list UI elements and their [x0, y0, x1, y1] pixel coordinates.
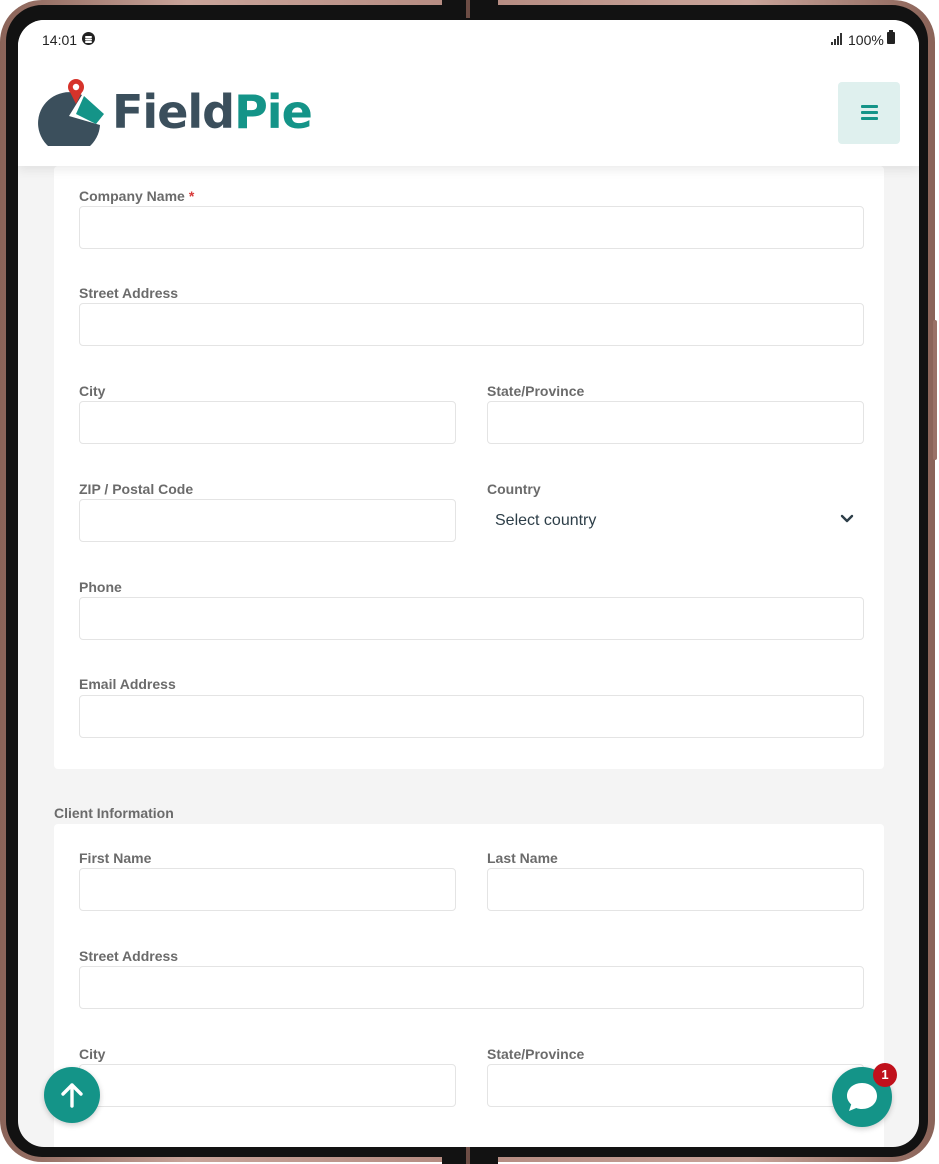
status-bar: 14:01 100%	[18, 20, 919, 60]
client-information-title: Client Information	[54, 805, 174, 821]
city-field[interactable]	[79, 401, 456, 444]
company-card	[54, 166, 884, 769]
site-header: FieldPie	[18, 60, 919, 166]
city-label: City	[79, 383, 106, 399]
street-address-label: Street Address	[79, 285, 179, 301]
chevron-down-icon	[840, 514, 854, 523]
zip-label: ZIP / Postal Code	[79, 481, 194, 497]
company-name-field[interactable]	[79, 206, 864, 249]
email-label: Email Address	[79, 676, 176, 692]
country-label: Country	[487, 481, 541, 497]
phone-field[interactable]	[79, 597, 864, 640]
battery-icon	[887, 30, 895, 44]
logo-icon[interactable]	[38, 78, 104, 146]
state-field[interactable]	[487, 401, 864, 444]
country-select-value: Select country	[495, 512, 597, 529]
state-label: State/Province	[487, 383, 585, 399]
status-time: 14:01	[42, 32, 78, 48]
device-hinge-top	[442, 0, 498, 20]
client-street-address-field[interactable]	[79, 966, 864, 1009]
client-state-label: State/Province	[487, 1046, 585, 1062]
form-content: Company Name * Street Address City State/…	[18, 166, 919, 1147]
client-street-address-label: Street Address	[79, 948, 179, 964]
chat-notification-badge: 1	[873, 1063, 897, 1087]
first-name-label: First Name	[79, 850, 152, 866]
client-city-field[interactable]	[79, 1064, 456, 1107]
menu-icon	[861, 105, 878, 108]
battery-percent: 100%	[848, 32, 884, 48]
arrow-up-icon	[61, 1083, 83, 1108]
country-select[interactable]: Select country	[487, 499, 864, 542]
phone-label: Phone	[79, 579, 122, 595]
email-field[interactable]	[79, 695, 864, 738]
menu-button[interactable]	[838, 82, 900, 144]
signal-icon	[831, 33, 845, 45]
device-hinge-bottom	[442, 1147, 498, 1164]
first-name-field[interactable]	[79, 868, 456, 911]
company-name-label: Company Name *	[79, 188, 195, 204]
client-state-field[interactable]	[487, 1064, 864, 1107]
screen: 14:01 100% FieldPie Company Name * Street…	[18, 20, 919, 1147]
street-address-field[interactable]	[79, 303, 864, 346]
last-name-field[interactable]	[487, 868, 864, 911]
brand-name-pie: Pie	[234, 85, 313, 139]
device-side-button	[933, 320, 937, 460]
scroll-to-top-button[interactable]	[44, 1067, 100, 1123]
spotify-icon	[82, 32, 95, 45]
required-marker: *	[188, 188, 195, 204]
client-city-label: City	[79, 1046, 106, 1062]
zip-field[interactable]	[79, 499, 456, 542]
brand-name[interactable]: FieldPie	[112, 84, 313, 140]
brand-name-field: Field	[112, 85, 235, 139]
last-name-label: Last Name	[487, 850, 558, 866]
